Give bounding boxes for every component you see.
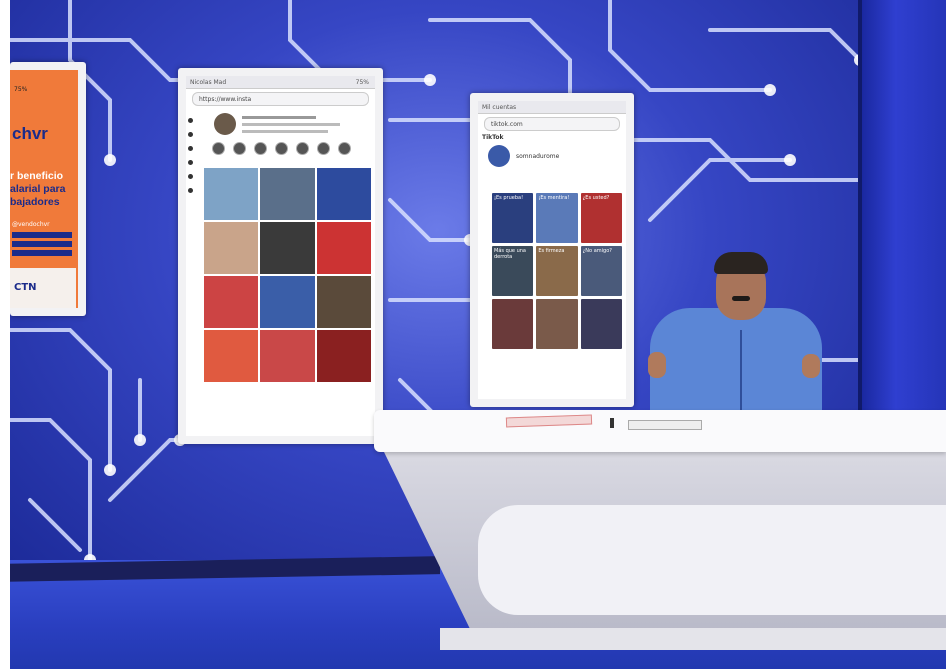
video-caption: Más que una derrota — [494, 248, 526, 260]
chvr-links — [12, 232, 72, 259]
tab-title: Nicolas Mad — [190, 78, 227, 86]
browser-tab: Nicolas Mad 75% — [186, 76, 375, 89]
url-bar: tiktok.com — [484, 117, 620, 131]
tiktok-screen: Mil cuentas tiktok.com TikTok somnadurom… — [478, 101, 626, 399]
jacket-zip — [740, 330, 742, 418]
video-caption: ¡Es mentira! — [538, 195, 570, 201]
post-grid — [200, 168, 375, 382]
profile-header — [204, 109, 375, 139]
video-caption: ¡Es prueba! — [494, 195, 524, 201]
chvr-headline: r beneficio alarial para bajadores — [10, 170, 78, 209]
ctn-logo: CTN — [14, 282, 37, 293]
url-bar: https://www.insta — [192, 92, 369, 106]
tab-title: Mil cuentas — [482, 103, 517, 111]
pen — [610, 418, 614, 428]
papers — [628, 420, 702, 430]
profile-username: somnadurome — [516, 152, 560, 160]
mid-zoom: 75% — [355, 78, 369, 86]
chvr-line2: alarial para — [10, 183, 66, 195]
profile-avatar — [214, 113, 236, 135]
left-monitor: chvr r beneficio alarial para bajadores … — [10, 62, 86, 316]
video-caption: ¿Es usted? — [582, 195, 610, 201]
desk-front-panel — [478, 505, 946, 615]
video-grid: ¡Es prueba! ¡Es mentira! ¿Es usted? Más qu… — [488, 193, 626, 349]
desk-top — [374, 410, 946, 452]
browser-tab: Mil cuentas — [478, 101, 626, 114]
left-zoom-readout: 75% — [14, 86, 28, 93]
chvr-line3: bajadores — [10, 196, 60, 208]
presenter-hair — [714, 252, 768, 274]
profile-header: somnadurome — [478, 141, 626, 171]
chvr-handle: @vendochvr — [12, 221, 50, 228]
sidebar-icons — [188, 118, 194, 202]
left-hand — [648, 352, 666, 378]
profile-avatar — [488, 145, 510, 167]
mustache — [732, 296, 750, 301]
chvr-title: chvr — [12, 124, 48, 143]
chvr-line1: r beneficio — [10, 170, 64, 182]
right-hand — [802, 354, 820, 378]
instagram-screen: Nicolas Mad 75% https://www.insta — [186, 76, 375, 436]
middle-monitor: Nicolas Mad 75% https://www.insta — [178, 68, 383, 444]
left-monitor-screen: chvr r beneficio alarial para bajadores … — [10, 70, 78, 308]
desk-base — [440, 628, 946, 650]
video-caption: Es firmeza — [538, 248, 565, 254]
blue-jacket — [650, 308, 822, 418]
video-caption: ¿No amigo? — [582, 248, 612, 254]
tv-studio-scene: chvr r beneficio alarial para bajadores … — [0, 0, 946, 669]
tiktok-brand: TikTok — [482, 134, 504, 141]
right-monitor: Mil cuentas tiktok.com TikTok somnadurom… — [470, 93, 634, 407]
left-border — [0, 0, 10, 669]
presenter — [640, 250, 830, 418]
story-highlights — [198, 139, 375, 158]
